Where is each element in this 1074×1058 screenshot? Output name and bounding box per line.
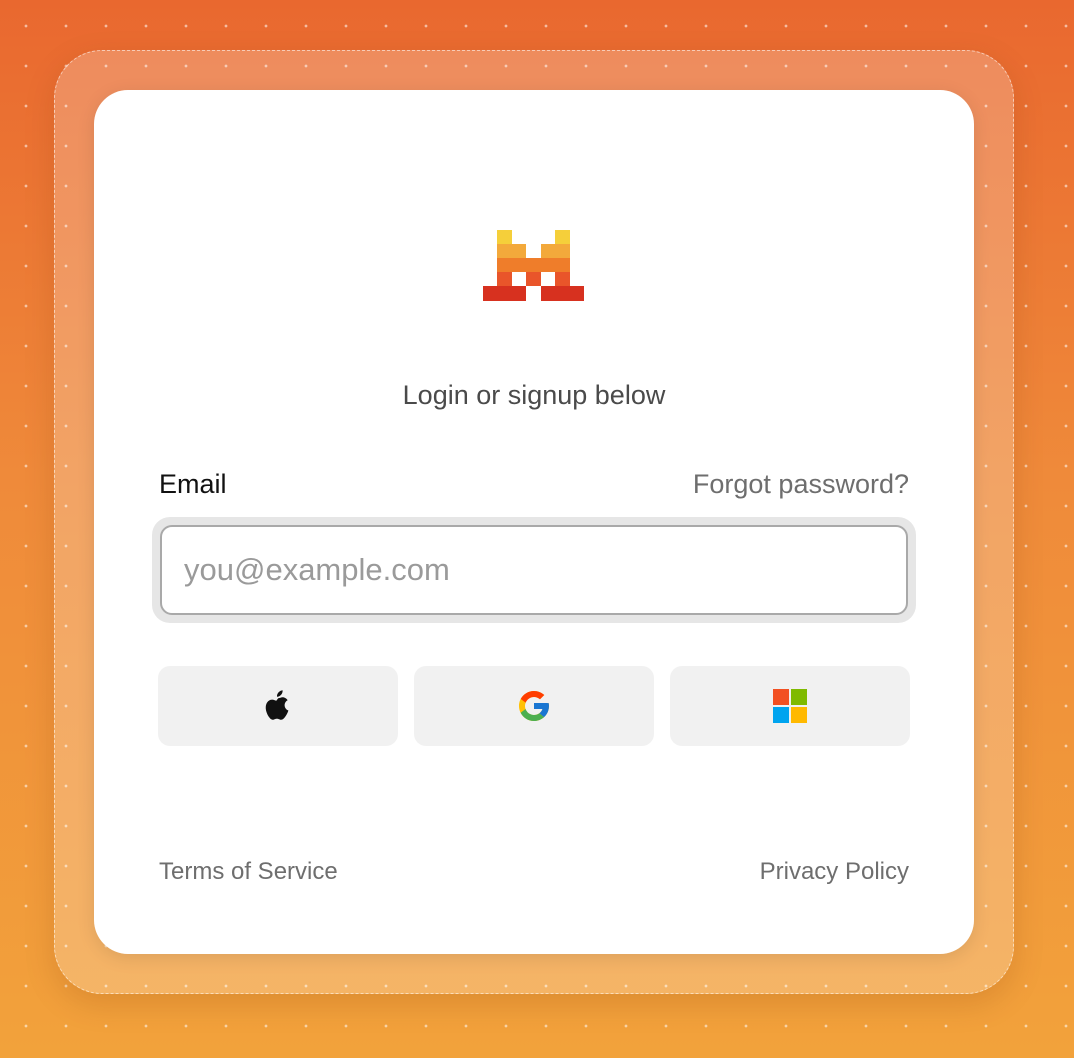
microsoft-icon [773, 689, 807, 723]
email-input[interactable] [160, 525, 908, 615]
forgot-password-link[interactable]: Forgot password? [693, 469, 909, 500]
email-label: Email [159, 469, 227, 499]
login-tagline: Login or signup below [402, 380, 666, 410]
google-icon [519, 691, 549, 721]
google-login-button[interactable] [414, 666, 654, 746]
pixel-m-logo-icon [483, 230, 584, 301]
microsoft-login-button[interactable] [670, 666, 910, 746]
apple-login-button[interactable] [158, 666, 398, 746]
privacy-policy-link[interactable]: Privacy Policy [760, 858, 909, 886]
apple-icon [265, 690, 289, 720]
terms-of-service-link[interactable]: Terms of Service [159, 858, 338, 886]
